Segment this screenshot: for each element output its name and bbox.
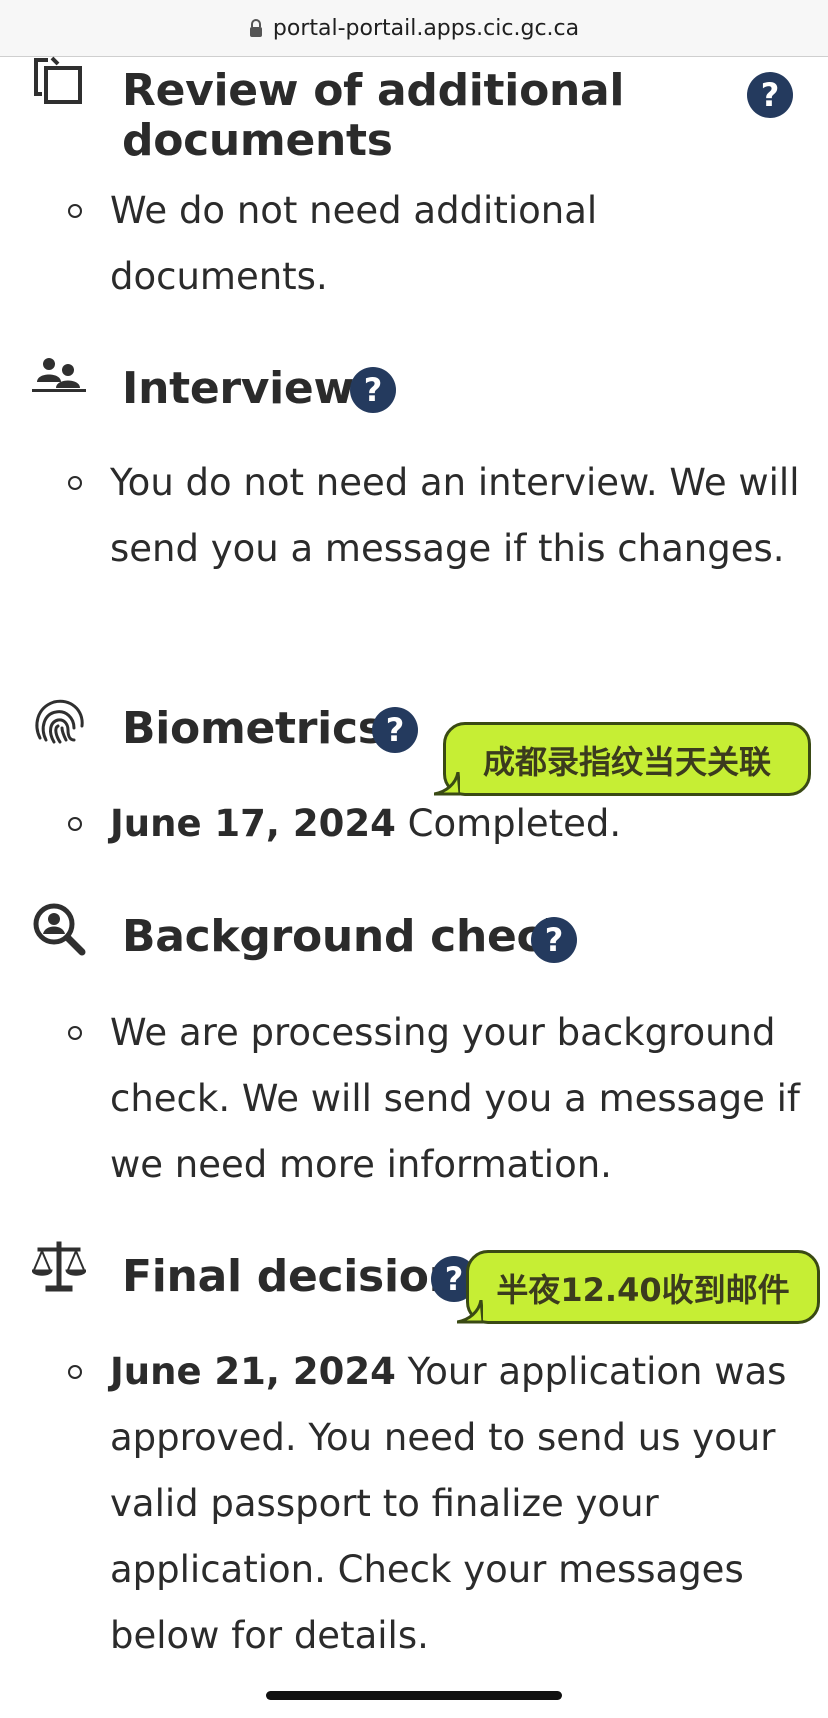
- status-text: We do not need additional documents.: [110, 189, 598, 298]
- section-title: Review of additional documents: [122, 65, 625, 166]
- status-text: Your application was approved. You need …: [110, 1350, 787, 1657]
- status-date: June 17, 2024: [110, 802, 396, 845]
- status-text: Completed.: [407, 802, 622, 845]
- status-text: We are processing your background check.…: [110, 1011, 800, 1186]
- status-line: June 21, 2024 Your application was appro…: [110, 1339, 810, 1669]
- fingerprint-icon: [35, 699, 84, 744]
- section-title: Interview: [122, 363, 354, 414]
- help-button[interactable]: ?: [747, 72, 793, 118]
- bullet-icon: [68, 817, 82, 831]
- bullet-icon: [68, 204, 82, 218]
- help-button[interactable]: ?: [372, 707, 418, 753]
- status-text: You do not need an interview. We will se…: [110, 461, 800, 570]
- speech-tail-icon: [457, 1300, 483, 1324]
- home-indicator[interactable]: [266, 1691, 562, 1700]
- annotation-bubble: 半夜12.40收到邮件: [457, 1250, 820, 1324]
- section-title: Biometrics: [122, 703, 384, 754]
- help-button[interactable]: ?: [531, 917, 577, 963]
- people-icon: [32, 358, 86, 392]
- scales-icon: [32, 1241, 86, 1292]
- annotation-text: 成都录指纹当天关联: [482, 743, 771, 781]
- person-search-icon: [33, 903, 86, 956]
- annotation-text: 半夜12.40收到邮件: [496, 1271, 790, 1309]
- bullet-icon: [68, 476, 82, 490]
- annotation-bubble: 成都录指纹当天关联: [434, 722, 811, 796]
- documents-icon: [34, 56, 82, 104]
- bullet-icon: [68, 1026, 82, 1040]
- url-text: portal-portail.apps.cic.gc.ca: [272, 15, 580, 41]
- bullet-icon: [68, 1365, 82, 1379]
- help-button[interactable]: ?: [350, 367, 396, 413]
- status-line: June 17, 2024 Completed.: [110, 791, 810, 857]
- browser-url-bar[interactable]: portal-portail.apps.cic.gc.ca: [0, 0, 828, 57]
- section-title: Final decision: [122, 1251, 460, 1302]
- lock-icon: [249, 19, 262, 37]
- section-title: Background check: [122, 911, 572, 962]
- speech-tail-icon: [434, 772, 460, 796]
- status-date: June 21, 2024: [110, 1350, 396, 1393]
